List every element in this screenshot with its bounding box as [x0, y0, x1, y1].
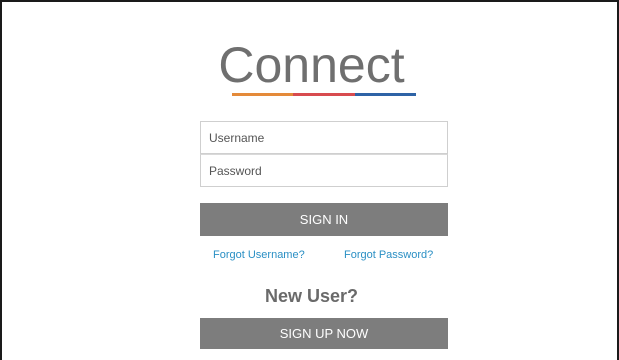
- forgot-password-link[interactable]: Forgot Password?: [344, 249, 433, 261]
- login-page: Connect SIGN IN Forgot Username? Forgot …: [0, 0, 619, 360]
- sign-in-button[interactable]: SIGN IN: [200, 203, 448, 236]
- new-user-heading: New User?: [264, 286, 359, 306]
- logo-underline: [232, 93, 416, 96]
- connect-logo: Connect: [2, 38, 619, 92]
- logo-text: Connect: [218, 37, 405, 93]
- password-input[interactable]: [200, 154, 448, 187]
- logo-underline-red: [293, 93, 355, 96]
- username-input[interactable]: [200, 121, 448, 154]
- forgot-username-link[interactable]: Forgot Username?: [213, 249, 305, 261]
- logo-underline-blue: [354, 93, 416, 96]
- sign-up-now-button[interactable]: SIGN UP NOW: [200, 318, 448, 349]
- logo-underline-orange: [232, 93, 294, 96]
